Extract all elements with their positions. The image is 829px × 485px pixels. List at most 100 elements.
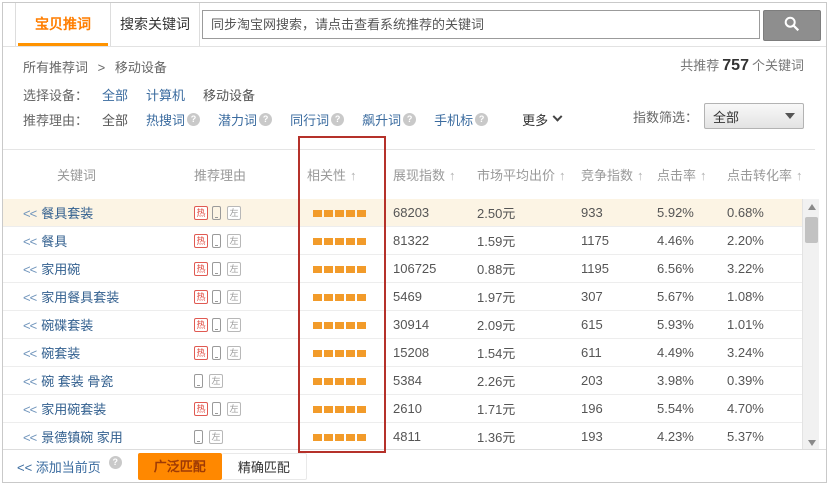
relevance-bar-icon xyxy=(313,210,322,217)
column-header-3[interactable]: 展现指数 ↑ xyxy=(387,165,471,184)
breadcrumb-current: 移动设备 xyxy=(115,60,167,75)
relevance-bar-icon xyxy=(346,238,355,245)
sort-asc-icon[interactable]: ↑ xyxy=(350,168,357,183)
impressions-cell: 68203 xyxy=(387,205,471,220)
avg-price-cell: 1.71元 xyxy=(471,399,575,418)
relevance-bar-icon xyxy=(346,406,355,413)
reason-badges-cell: 热左 xyxy=(188,345,301,361)
relevance-bar-icon xyxy=(335,210,344,217)
sort-asc-icon[interactable]: ↑ xyxy=(700,168,707,183)
cvr-cell: 2.20% xyxy=(721,233,802,248)
mobile-icon xyxy=(194,374,203,388)
search-input[interactable] xyxy=(202,10,760,39)
relevance-bar-icon xyxy=(346,294,355,301)
avg-price-cell: 1.97元 xyxy=(471,287,575,306)
tab-bar: 宝贝推词 搜索关键词 xyxy=(3,3,826,47)
help-icon[interactable]: ? xyxy=(109,456,122,469)
more-filters-link[interactable]: 更多 xyxy=(522,110,561,129)
competition-cell: 307 xyxy=(575,289,651,304)
footer-bar: << 添加当前页 ? 广泛匹配 精确匹配 xyxy=(3,449,826,482)
column-header-6[interactable]: 点击率 ↑ xyxy=(651,165,721,184)
column-header-5[interactable]: 竞争指数 ↑ xyxy=(575,165,651,184)
reason-option-1[interactable]: 热搜词? xyxy=(146,110,200,129)
column-header-7[interactable]: 点击转化率↑ xyxy=(721,165,815,184)
help-icon[interactable]: ? xyxy=(187,113,200,126)
relevance-bar-icon xyxy=(357,350,366,357)
keyword-count-summary: 共推荐757个关键词 xyxy=(680,55,804,75)
tab-product-keywords[interactable]: 宝贝推词 xyxy=(15,3,110,46)
help-icon[interactable]: ? xyxy=(331,113,344,126)
keyword-text: 家用碗套装 xyxy=(41,402,106,417)
column-header-4[interactable]: 市场平均出价↑ xyxy=(471,165,575,184)
relevance-bar-icon xyxy=(324,322,333,329)
relevance-cell xyxy=(301,373,387,388)
sort-asc-icon[interactable]: ↑ xyxy=(449,168,456,183)
scrollbar-up-arrow[interactable] xyxy=(803,199,820,215)
keyword-text: 景德镇碗 家用 xyxy=(41,430,123,445)
keyword-cell[interactable]: <<景德镇碗 家用 xyxy=(23,427,188,446)
reason-option-4[interactable]: 飙升词? xyxy=(362,110,416,129)
ctr-cell: 4.23% xyxy=(651,429,721,444)
relevance-bar-icon xyxy=(357,434,366,441)
table-row: <<餐具热左813221.59元11754.46%2.20% xyxy=(3,227,802,255)
keyword-cell[interactable]: <<碗碟套装 xyxy=(23,315,188,334)
reason-option-label-3: 同行词 xyxy=(290,110,329,129)
column-header-label-3: 展现指数 xyxy=(393,168,445,183)
ctr-cell: 5.93% xyxy=(651,317,721,332)
ctr-cell: 5.92% xyxy=(651,205,721,220)
impressions-cell: 30914 xyxy=(387,317,471,332)
keyword-cell[interactable]: <<碗 套装 骨瓷 xyxy=(23,371,188,390)
reason-option-2[interactable]: 潜力词? xyxy=(218,110,272,129)
column-header-label-5: 竞争指数 xyxy=(581,168,633,183)
dropdown-caret-icon xyxy=(785,113,795,119)
help-icon[interactable]: ? xyxy=(259,113,272,126)
cvr-cell: 4.70% xyxy=(721,401,802,416)
ctr-cell: 4.49% xyxy=(651,345,721,360)
keyword-cell[interactable]: <<家用碗套装 xyxy=(23,399,188,418)
ctr-cell: 5.54% xyxy=(651,401,721,416)
help-icon[interactable]: ? xyxy=(475,113,488,126)
table-body: <<餐具套装热左682032.50元9335.92%0.68%<<餐具热左813… xyxy=(3,199,802,451)
index-filter-dropdown[interactable]: 全部 xyxy=(704,103,804,129)
device-option-1[interactable]: 计算机 xyxy=(146,85,185,104)
exact-match-button[interactable]: 精确匹配 xyxy=(222,453,307,480)
sort-asc-icon[interactable]: ↑ xyxy=(796,168,803,183)
keyword-cell[interactable]: <<餐具 xyxy=(23,231,188,250)
scrollbar-thumb[interactable] xyxy=(805,217,818,243)
column-header-2[interactable]: 相关性↑ xyxy=(301,165,387,184)
keyword-cell[interactable]: <<碗套装 xyxy=(23,343,188,362)
reason-option-5[interactable]: 手机标? xyxy=(434,110,488,129)
relevance-bar-icon xyxy=(313,434,322,441)
relevance-bar-icon xyxy=(357,210,366,217)
relevance-bar-icon xyxy=(324,350,333,357)
device-filter-options: 全部计算机移动设备 xyxy=(102,85,273,104)
add-keyword-arrows: << xyxy=(23,290,36,305)
add-keyword-arrows: << xyxy=(23,346,36,361)
competition-cell: 1175 xyxy=(575,233,651,248)
tab-search-keywords[interactable]: 搜索关键词 xyxy=(110,3,200,46)
keyword-cell[interactable]: <<餐具套装 xyxy=(23,203,188,222)
relevance-cell xyxy=(301,317,387,332)
keyword-cell[interactable]: <<家用餐具套装 xyxy=(23,287,188,306)
help-icon[interactable]: ? xyxy=(403,113,416,126)
add-current-page-link[interactable]: << 添加当前页 xyxy=(17,457,101,476)
search-icon xyxy=(783,15,801,36)
keyword-cell[interactable]: <<家用碗 xyxy=(23,259,188,278)
reason-option-0: 全部 xyxy=(102,110,128,129)
reason-option-label-2: 潜力词 xyxy=(218,110,257,129)
avg-price-cell: 1.36元 xyxy=(471,427,575,446)
relevance-bar-icon xyxy=(357,238,366,245)
device-option-0[interactable]: 全部 xyxy=(102,85,128,104)
breadcrumb-parent[interactable]: 所有推荐词 xyxy=(23,60,88,75)
sort-asc-icon[interactable]: ↑ xyxy=(637,168,644,183)
reason-option-3[interactable]: 同行词? xyxy=(290,110,344,129)
reason-badges-cell: 热左 xyxy=(188,261,301,277)
column-header-label-6: 点击率 xyxy=(657,168,696,183)
sort-asc-icon[interactable]: ↑ xyxy=(559,168,566,183)
search-button[interactable] xyxy=(763,10,821,41)
device-filter-row: 选择设备： 全部计算机移动设备 xyxy=(23,85,273,104)
competition-cell: 196 xyxy=(575,401,651,416)
reason-badges-cell: 热左 xyxy=(188,289,301,305)
broad-match-button[interactable]: 广泛匹配 xyxy=(138,453,222,480)
table-scrollbar[interactable] xyxy=(802,199,819,451)
